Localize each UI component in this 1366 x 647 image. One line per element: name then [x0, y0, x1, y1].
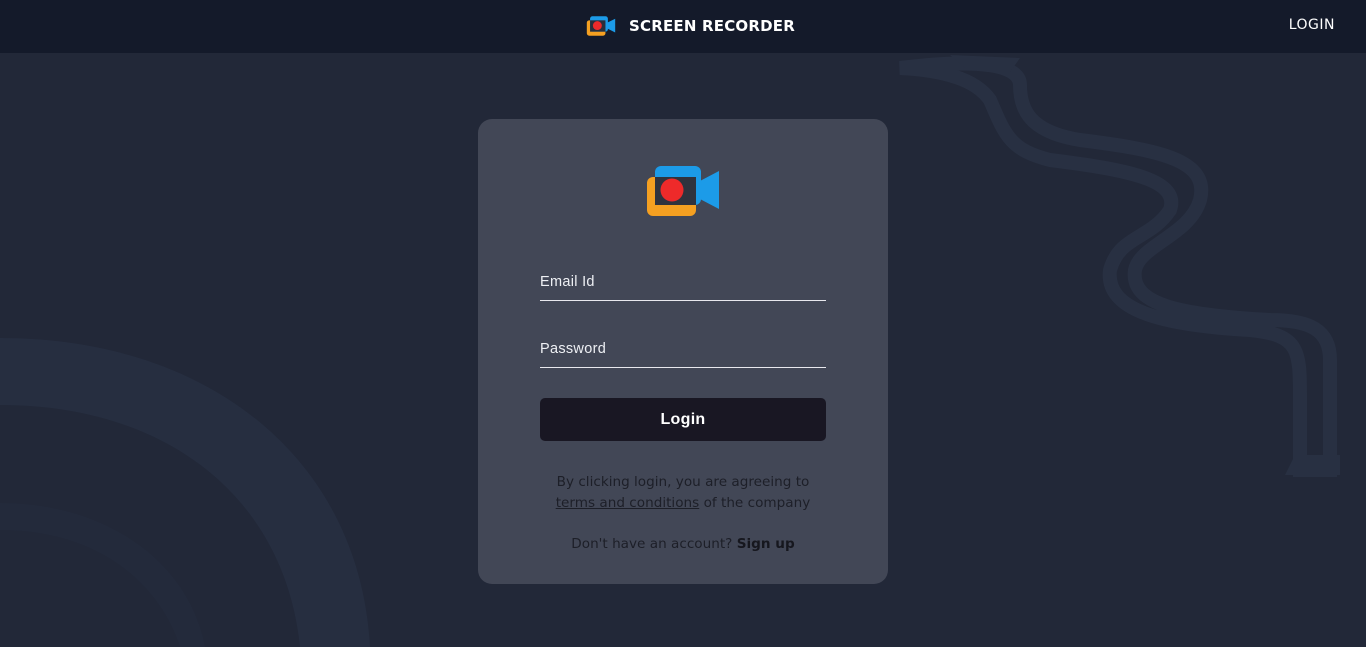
- brand[interactable]: SCREEN RECORDER: [586, 14, 795, 38]
- password-field-label: Password: [540, 341, 607, 357]
- email-field[interactable]: Email Id: [540, 269, 826, 301]
- terms-suffix-text: of the company: [703, 495, 811, 511]
- terms-and-conditions-link[interactable]: terms and conditions: [556, 495, 700, 511]
- top-navbar: SCREEN RECORDER LOGIN: [0, 0, 1366, 53]
- password-field[interactable]: Password: [540, 336, 826, 368]
- signup-prompt: Don't have an account? Sign up: [478, 534, 888, 554]
- signup-link[interactable]: Sign up: [737, 536, 795, 552]
- signup-prompt-text: Don't have an account?: [571, 536, 733, 552]
- brand-title: SCREEN RECORDER: [629, 17, 795, 35]
- terms-notice: By clicking login, you are agreeing to t…: [478, 472, 888, 514]
- email-field-label: Email Id: [540, 274, 595, 290]
- terms-prefix-text: By clicking login, you are agreeing to: [556, 474, 810, 490]
- nav-login-link[interactable]: LOGIN: [1289, 17, 1335, 33]
- login-button[interactable]: Login: [540, 398, 826, 441]
- video-camera-record-icon: [586, 16, 616, 36]
- login-card: Email Id Password Login By clicking logi…: [478, 119, 888, 584]
- video-camera-record-icon: [647, 166, 719, 216]
